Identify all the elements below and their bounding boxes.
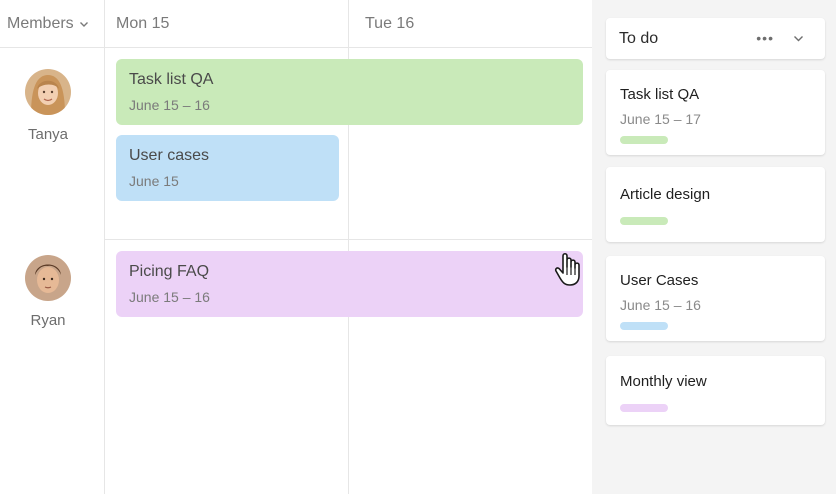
day-header-mon: Mon 15 — [116, 15, 170, 32]
members-dropdown[interactable]: Members — [0, 0, 105, 48]
task-user-cases[interactable]: User cases June 15 — [116, 135, 339, 201]
todo-card-article-design[interactable]: Article design — [606, 167, 825, 242]
todo-card-user-cases[interactable]: User Cases June 15 – 16 — [606, 256, 825, 341]
member-row-tanya: Tanya — [0, 69, 96, 143]
card-title: Task list QA — [620, 86, 700, 103]
task-title: Task list QA — [129, 71, 214, 88]
member-name: Tanya — [27, 126, 69, 143]
calendar-header: Members Mon 15 Tue 16 — [0, 0, 592, 48]
card-title: User Cases — [620, 272, 699, 289]
member-name: Ryan — [30, 312, 66, 329]
task-dates: June 15 – 16 — [129, 97, 210, 113]
task-title: User cases — [129, 147, 210, 164]
task-dates: June 15 – 16 — [129, 289, 210, 305]
avatar[interactable] — [25, 69, 71, 115]
chevron-down-icon — [79, 22, 88, 27]
more-horizontal-icon[interactable]: ••• — [756, 30, 774, 46]
todo-column-header: To do ••• — [606, 18, 825, 59]
todo-card-task-list-qa[interactable]: Task list QA June 15 – 17 — [606, 70, 825, 155]
card-title: Article design — [620, 186, 711, 203]
card-color-tag — [620, 322, 668, 330]
card-title: Monthly view — [620, 373, 707, 390]
task-title: Picing FAQ — [129, 263, 210, 280]
day-header-tue: Tue 16 — [365, 15, 415, 32]
task-picing-faq[interactable]: Picing FAQ June 15 – 16 — [116, 251, 583, 317]
grid-line-members — [104, 0, 105, 494]
todo-card-monthly-view[interactable]: Monthly view — [606, 356, 825, 425]
chevron-down-icon[interactable] — [793, 33, 804, 44]
card-color-tag — [620, 136, 668, 144]
members-label: Members — [7, 15, 74, 32]
todo-title: To do — [619, 29, 659, 47]
card-dates: June 15 – 16 — [620, 297, 701, 313]
card-color-tag — [620, 404, 668, 412]
task-dates: June 15 — [129, 173, 179, 189]
member-row-ryan: Ryan — [0, 255, 96, 329]
card-dates: June 15 – 17 — [620, 111, 701, 127]
card-color-tag — [620, 217, 668, 225]
avatar[interactable] — [25, 255, 71, 301]
grid-line-row — [105, 239, 592, 240]
task-task-list-qa[interactable]: Task list QA June 15 – 16 — [116, 59, 583, 125]
hand-cursor-icon — [554, 252, 580, 286]
